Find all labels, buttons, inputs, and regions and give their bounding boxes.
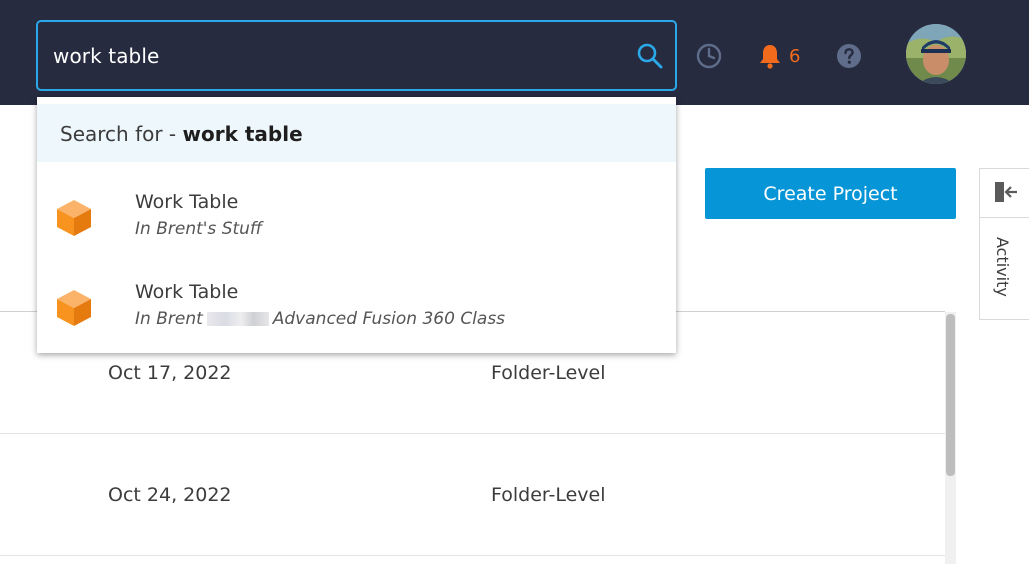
cube-icon — [57, 290, 91, 326]
search-dropdown: Search for - work table Work Table In Br… — [37, 97, 676, 353]
clock-icon[interactable] — [696, 43, 722, 69]
result-location: In Brent's Stuff — [135, 219, 262, 239]
search-input-value[interactable]: work table — [53, 44, 159, 68]
help-icon[interactable] — [836, 43, 862, 69]
result-title: Work Table — [135, 191, 239, 213]
avatar-image — [906, 24, 966, 84]
search-result-item[interactable]: Work Table In Brent's Stuff — [37, 172, 676, 262]
top-bar: work table 6 — [0, 0, 1029, 105]
row-date: Oct 17, 2022 — [108, 362, 232, 384]
search-icon[interactable] — [636, 42, 664, 70]
search-input[interactable]: work table — [36, 20, 677, 91]
search-for-option[interactable]: Search for - work table — [37, 104, 676, 162]
scrollbar-thumb[interactable] — [946, 314, 955, 476]
result-location-prefix: In — [135, 219, 157, 239]
avatar[interactable] — [906, 24, 966, 84]
table-row[interactable]: Oct 24, 2022 Folder-Level — [0, 434, 945, 556]
result-location: In Brent Advanced Fusion 360 Class — [135, 309, 505, 329]
result-location-name: Brent's Stuff — [156, 219, 263, 239]
cube-icon — [57, 200, 91, 236]
notification-count: 6 — [789, 45, 801, 67]
result-location-project: Advanced Fusion 360 Class — [272, 309, 506, 329]
search-result-item[interactable]: Work Table In Brent Advanced Fusion 360 C… — [37, 262, 676, 352]
result-location-name: Brent — [156, 309, 203, 329]
search-for-label: Search for - work table — [60, 122, 303, 146]
notifications-button[interactable]: 6 — [758, 43, 800, 69]
search-for-term: work table — [182, 122, 303, 146]
activity-divider — [980, 217, 1029, 218]
redacted-text — [206, 312, 269, 326]
bell-icon — [760, 45, 780, 69]
collapse-panel-icon[interactable] — [994, 181, 1018, 203]
row-divider — [0, 555, 945, 556]
search-for-prefix: Search for - — [60, 122, 183, 146]
row-date: Oct 24, 2022 — [108, 484, 232, 506]
create-project-button[interactable]: Create Project — [705, 168, 956, 219]
row-level: Folder-Level — [491, 484, 606, 506]
activity-panel: Activity — [979, 168, 1029, 320]
row-level: Folder-Level — [491, 362, 606, 384]
result-location-prefix: In — [135, 309, 157, 329]
result-title: Work Table — [135, 281, 239, 303]
activity-tab[interactable]: Activity — [993, 237, 1012, 297]
